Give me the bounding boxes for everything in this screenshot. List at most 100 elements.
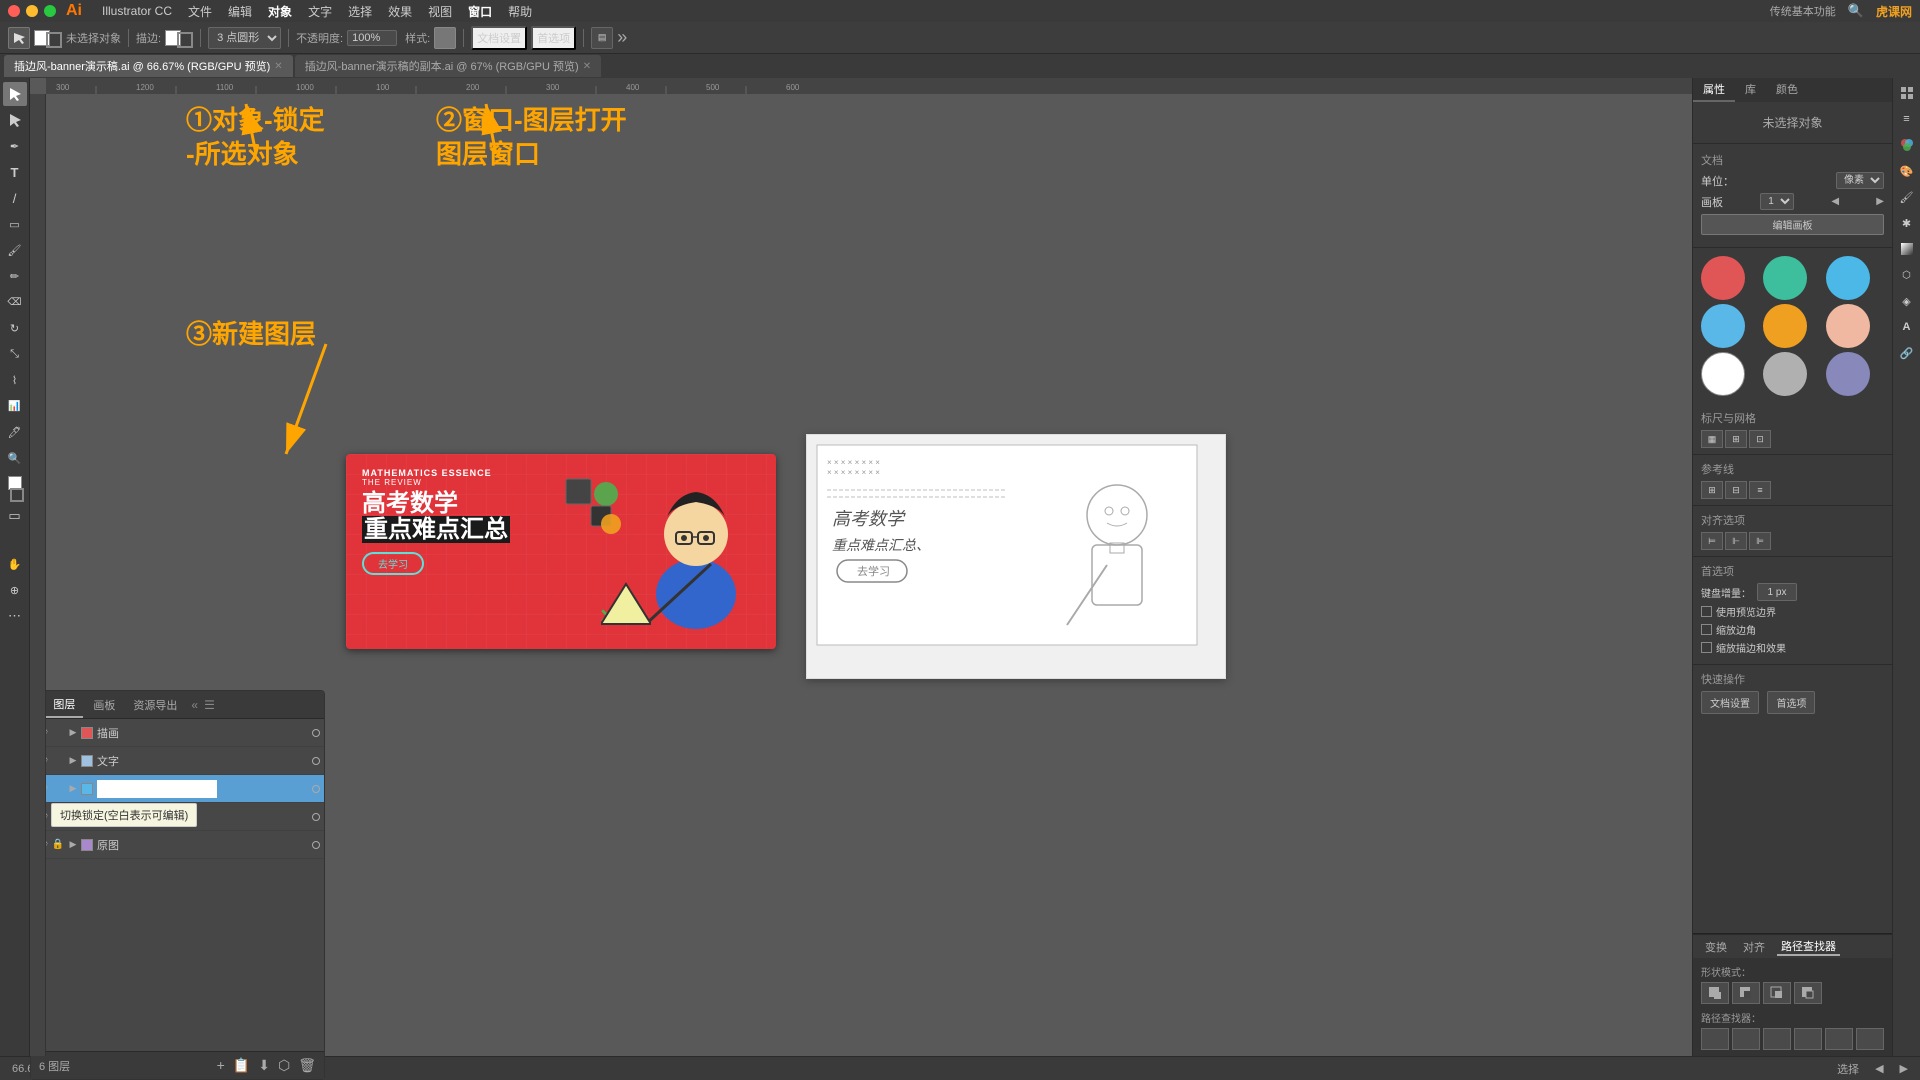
stroke-swatch[interactable] — [10, 488, 24, 502]
layer-row-0[interactable]: 👁 ▶ 描画 — [31, 719, 324, 747]
fullscreen-button[interactable] — [44, 5, 56, 17]
layer-row-2[interactable]: 👁 ▶ 切换锁定(空白表示可编辑) — [31, 775, 324, 803]
warp-tool[interactable]: ⌇ — [3, 368, 27, 392]
menu-window[interactable]: 窗口 — [468, 3, 492, 20]
brush-tool[interactable]: 🖌 — [3, 238, 27, 262]
hand-tool[interactable]: ✋ — [3, 552, 27, 576]
ri-appearance-icon[interactable]: ◈ — [1896, 290, 1918, 312]
layer-lock-2[interactable] — [51, 782, 65, 796]
stroke-type-select[interactable]: 3 点圆形 — [208, 27, 281, 49]
bp-tab-transform[interactable]: 变换 — [1701, 939, 1731, 955]
eraser-tool[interactable]: ⌫ — [3, 290, 27, 314]
ri-links-icon[interactable]: 🔗 — [1896, 342, 1918, 364]
delete-layer-btn[interactable]: 🗑 — [298, 1057, 316, 1074]
expand-toolbar-btn[interactable]: » — [617, 27, 627, 48]
merge-layers-btn[interactable]: ⬇ — [258, 1057, 270, 1074]
menu-object[interactable]: 对象 — [268, 3, 292, 20]
bp-tab-align[interactable]: 对齐 — [1739, 939, 1769, 955]
shape-intersect-btn[interactable] — [1763, 982, 1791, 1004]
close-button[interactable] — [8, 5, 20, 17]
pf-btn-6[interactable] — [1856, 1028, 1884, 1050]
artboard-nav-next[interactable]: ▶ — [1900, 1062, 1908, 1075]
fill-stroke-area[interactable] — [34, 28, 62, 48]
rect-tool[interactable]: ▭ — [3, 212, 27, 236]
swatch-gray[interactable] — [1763, 352, 1807, 396]
swatch-lightblue[interactable] — [1826, 256, 1870, 300]
tab-1-close[interactable]: ✕ — [583, 61, 591, 72]
prefs-qa-btn[interactable]: 首选项 — [1767, 691, 1815, 714]
extra-tools[interactable]: ⋯ — [3, 604, 27, 628]
artboard-select[interactable]: 1 — [1760, 193, 1794, 210]
align-btn-1[interactable]: ⊨ — [1701, 532, 1723, 550]
layer-lock-1[interactable] — [51, 754, 65, 768]
rotate-tool[interactable]: ↻ — [3, 316, 27, 340]
shape-minus-btn[interactable] — [1732, 982, 1760, 1004]
ri-properties-icon[interactable] — [1896, 82, 1918, 104]
duplicate-layer-btn[interactable]: ⬡ — [278, 1057, 290, 1074]
ri-layers-icon[interactable]: ≡ — [1896, 108, 1918, 130]
guide-btn-3[interactable]: ≡ — [1749, 481, 1771, 499]
menu-text[interactable]: 文字 — [308, 3, 332, 20]
pf-btn-2[interactable] — [1732, 1028, 1760, 1050]
layers-collapse-btn[interactable]: « — [191, 698, 198, 712]
pf-btn-4[interactable] — [1794, 1028, 1822, 1050]
layers-menu-btn[interactable]: ☰ — [204, 698, 215, 712]
rp-tab-properties[interactable]: 属性 — [1693, 78, 1735, 102]
pf-btn-5[interactable] — [1825, 1028, 1853, 1050]
scale-tool[interactable]: ⤡ — [3, 342, 27, 366]
new-layer-btn[interactable]: + — [217, 1057, 225, 1074]
layer-expand-0[interactable]: ▶ — [67, 727, 79, 739]
selection-tool[interactable] — [3, 82, 27, 106]
ri-gradient-icon[interactable] — [1896, 238, 1918, 260]
ri-swatches-icon[interactable]: 🎨 — [1896, 160, 1918, 182]
snap-bounds-checkbox[interactable] — [1701, 606, 1712, 617]
zoom-tool[interactable]: 🔍 — [3, 446, 27, 470]
layers-tab-export[interactable]: 资源导出 — [125, 691, 185, 718]
swatch-teal[interactable] — [1763, 256, 1807, 300]
ruler-btn-2[interactable]: ⊞ — [1725, 430, 1747, 448]
opacity-input[interactable] — [347, 30, 397, 46]
edit-artboard-btn[interactable]: 编辑画板 — [1701, 214, 1884, 235]
layers-tab-layers[interactable]: 图层 — [45, 691, 83, 718]
guide-btn-2[interactable]: ⊟ — [1725, 481, 1747, 499]
swatch-cyan[interactable] — [1701, 304, 1745, 348]
arrange-btn[interactable]: ▤ — [591, 27, 613, 49]
corner-checkbox[interactable] — [1701, 624, 1712, 635]
pf-btn-3[interactable] — [1763, 1028, 1791, 1050]
layer-row-1[interactable]: 👁 ▶ 文字 — [31, 747, 324, 775]
tab-1[interactable]: 插边风-banner演示稿的副本.ai @ 67% (RGB/GPU 预览) ✕ — [295, 55, 601, 77]
layer-expand-2[interactable]: ▶ — [67, 783, 79, 795]
ri-brush-icon[interactable]: 🖌 — [1896, 186, 1918, 208]
search-icon[interactable]: 🔍 — [1848, 3, 1864, 19]
change-screen-mode[interactable]: ▭ — [3, 504, 27, 528]
layer-name-input-2[interactable] — [97, 780, 217, 798]
bp-tab-pathfinder[interactable]: 路径查找器 — [1777, 938, 1840, 956]
swatch-white[interactable] — [1701, 352, 1745, 396]
shape-exclude-btn[interactable] — [1794, 982, 1822, 1004]
ruler-btn-1[interactable]: ▦ — [1701, 430, 1723, 448]
move-to-layer-btn[interactable]: 📋 — [233, 1057, 250, 1074]
swatch-red[interactable] — [1701, 256, 1745, 300]
layer-expand-1[interactable]: ▶ — [67, 755, 79, 767]
swatch-peach[interactable] — [1826, 304, 1870, 348]
artboard-prev[interactable]: ◀ — [1831, 196, 1839, 207]
swatch-purplegray[interactable] — [1826, 352, 1870, 396]
layer-lock-4[interactable]: 🔒 — [51, 838, 65, 852]
shape-unite-btn[interactable] — [1701, 982, 1729, 1004]
ri-symbol-icon[interactable]: ✱ — [1896, 212, 1918, 234]
tab-0-close[interactable]: ✕ — [274, 61, 282, 72]
layers-tab-artboards[interactable]: 画板 — [85, 691, 123, 718]
menu-edit[interactable]: 编辑 — [228, 3, 252, 20]
doc-settings-qa-btn[interactable]: 文档设置 — [1701, 691, 1759, 714]
align-btn-2[interactable]: ⊩ — [1725, 532, 1747, 550]
preferences-toolbar-btn[interactable]: 首选项 — [531, 26, 576, 50]
layer-lock-0[interactable] — [51, 726, 65, 740]
rp-tab-color[interactable]: 颜色 — [1766, 78, 1808, 102]
type-tool[interactable]: T — [3, 160, 27, 184]
pencil-tool[interactable]: ✏ — [3, 264, 27, 288]
menu-illustrator-cc[interactable]: Illustrator CC — [102, 4, 172, 18]
menu-effects[interactable]: 效果 — [388, 3, 412, 20]
tab-0[interactable]: 插边风-banner演示稿.ai @ 66.67% (RGB/GPU 预览) ✕ — [4, 55, 293, 77]
guide-btn-1[interactable]: ⊞ — [1701, 481, 1723, 499]
ri-color-icon[interactable] — [1896, 134, 1918, 156]
